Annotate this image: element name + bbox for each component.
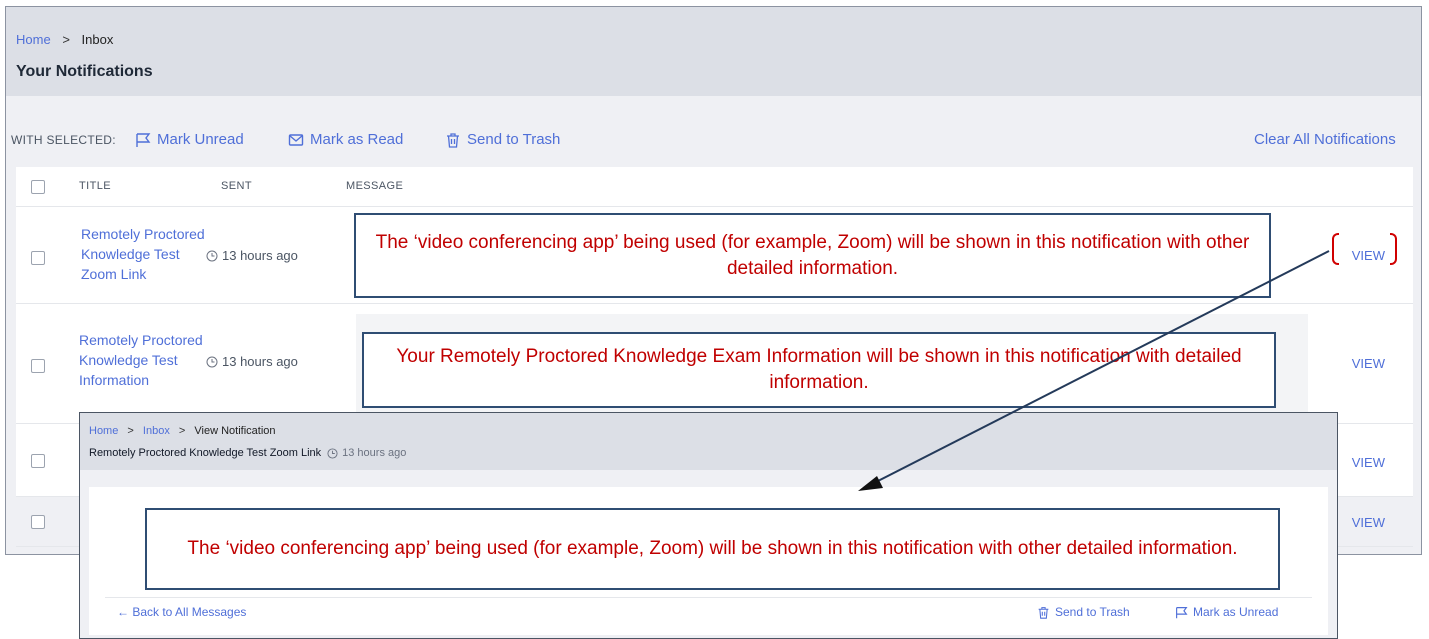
detail-breadcrumb-current: View Notification xyxy=(194,425,276,437)
sent-time: 13 hours ago xyxy=(206,248,298,263)
detail-breadcrumb: Home > Inbox > View Notification xyxy=(89,425,276,437)
row-checkbox[interactable] xyxy=(31,454,45,468)
mark-unread-button[interactable]: Mark Unread xyxy=(135,131,244,148)
detail-sent-text: 13 hours ago xyxy=(342,447,407,459)
trash-icon xyxy=(447,132,459,148)
clock-icon xyxy=(206,356,218,367)
breadcrumb-separator: > xyxy=(127,425,134,437)
detail-title: Remotely Proctored Knowledge Test Zoom L… xyxy=(89,447,322,459)
detail-mark-unread-button[interactable]: Mark as Unread xyxy=(1175,605,1278,619)
detail-send-to-trash-button[interactable]: Send to Trash xyxy=(1037,605,1130,619)
clock-icon xyxy=(206,250,218,261)
detail-breadcrumb-home[interactable]: Home xyxy=(89,425,118,437)
view-button[interactable]: VIEW xyxy=(1352,248,1385,263)
detail-sent-time: 13 hours ago xyxy=(327,447,406,459)
column-sent: SENT xyxy=(221,180,252,192)
row-checkbox[interactable] xyxy=(31,359,45,373)
sent-time: 13 hours ago xyxy=(206,354,298,369)
detail-header: Home > Inbox > View Notification Remotel… xyxy=(80,413,1337,470)
detail-title-row: Remotely Proctored Knowledge Test Zoom L… xyxy=(89,447,406,459)
clear-all-notifications-button[interactable]: Clear All Notifications xyxy=(1254,131,1396,148)
send-to-trash-label: Send to Trash xyxy=(467,131,561,148)
mark-read-label: Mark as Read xyxy=(310,131,404,148)
notification-title[interactable]: Remotely Proctored Knowledge Test Inform… xyxy=(79,330,209,390)
bulk-actions-label: WITH SELECTED: xyxy=(11,133,116,147)
notification-title[interactable]: Remotely Proctored Knowledge Test Zoom L… xyxy=(81,224,211,284)
detail-send-to-trash-label: Send to Trash xyxy=(1055,605,1130,619)
sent-time-text: 13 hours ago xyxy=(222,354,298,369)
page-header: Home > Inbox Your Notifications xyxy=(6,7,1421,96)
select-all-checkbox[interactable] xyxy=(31,180,45,194)
bulk-actions-bar: WITH SELECTED: Mark Unread Mark as Read … xyxy=(6,131,1421,151)
send-to-trash-button[interactable]: Send to Trash xyxy=(445,131,560,148)
column-message: MESSAGE xyxy=(346,180,404,192)
sent-time-text: 13 hours ago xyxy=(222,248,298,263)
flag-icon xyxy=(136,132,151,147)
breadcrumb: Home > Inbox xyxy=(16,32,113,47)
breadcrumb-home[interactable]: Home xyxy=(16,32,51,47)
mark-unread-label: Mark Unread xyxy=(157,131,244,148)
table-header: TITLE SENT MESSAGE xyxy=(16,167,1413,207)
page-title: Your Notifications xyxy=(16,63,153,80)
row-checkbox[interactable] xyxy=(31,251,45,265)
view-button[interactable]: VIEW xyxy=(1352,455,1385,470)
callout-row1: The ‘video conferencing app’ being used … xyxy=(354,213,1271,298)
callout-row2: Your Remotely Proctored Knowledge Exam I… xyxy=(362,332,1276,408)
detail-breadcrumb-inbox[interactable]: Inbox xyxy=(143,425,170,437)
back-to-all-messages-link[interactable]: ← Back to All Messages xyxy=(117,605,246,619)
envelope-icon xyxy=(288,133,304,146)
highlight-bracket-left xyxy=(1332,233,1339,265)
flag-icon xyxy=(1176,606,1188,618)
detail-mark-unread-label: Mark as Unread xyxy=(1193,605,1279,619)
row-checkbox[interactable] xyxy=(31,515,45,529)
callout-detail: The ‘video conferencing app’ being used … xyxy=(145,508,1280,590)
breadcrumb-current: Inbox xyxy=(81,32,114,47)
clock-icon xyxy=(327,447,338,459)
breadcrumb-separator: > xyxy=(62,32,70,47)
column-title: TITLE xyxy=(79,180,111,192)
divider xyxy=(105,597,1312,598)
trash-icon xyxy=(1038,606,1049,619)
view-button[interactable]: VIEW xyxy=(1352,356,1385,371)
highlight-bracket-right xyxy=(1390,233,1397,265)
view-button[interactable]: VIEW xyxy=(1352,515,1385,530)
mark-read-button[interactable]: Mark as Read xyxy=(288,131,403,148)
breadcrumb-separator: > xyxy=(178,425,186,437)
